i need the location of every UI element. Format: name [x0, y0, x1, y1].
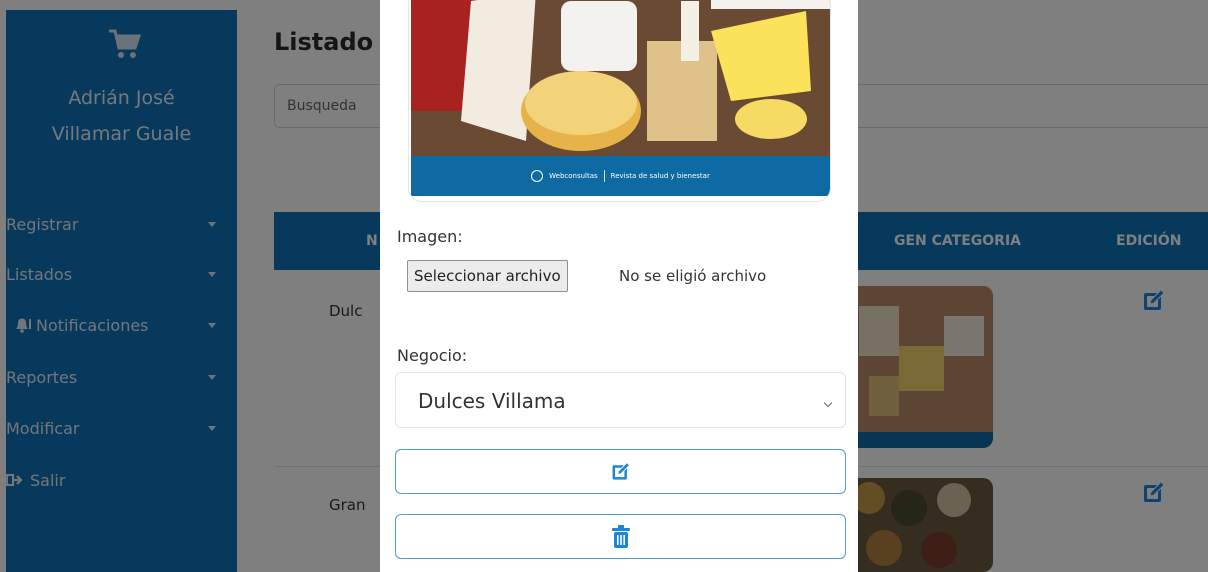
- banner-brand: Webconsultas: [549, 172, 598, 180]
- banner-divider: [603, 170, 605, 182]
- delete-button[interactable]: [395, 514, 846, 559]
- negocio-selected-value: Dulces Villama: [418, 389, 566, 413]
- file-status-text: No se eligió archivo: [619, 267, 767, 285]
- banner-tagline: Revista de salud y bienestar: [610, 172, 710, 180]
- image-preview-card: Webconsultas Revista de salud y bienesta…: [408, 0, 831, 202]
- edit-icon: [612, 461, 630, 480]
- brand-logo-icon: [531, 170, 544, 182]
- image-preview-banner: Webconsultas Revista de salud y bienesta…: [411, 156, 830, 196]
- chevron-down-icon: [823, 398, 833, 408]
- image-preview: [411, 0, 830, 156]
- negocio-select[interactable]: Dulces Villama: [395, 372, 846, 428]
- trash-icon: [611, 524, 630, 548]
- negocio-label: Negocio:: [397, 346, 468, 365]
- imagen-label: Imagen:: [397, 227, 463, 246]
- edit-category-modal: Webconsultas Revista de salud y bienesta…: [380, 0, 858, 572]
- save-edit-button[interactable]: [395, 449, 846, 494]
- choose-file-button[interactable]: Seleccionar archivo: [407, 260, 568, 292]
- image-file-input[interactable]: Seleccionar archivo No se eligió archivo: [404, 253, 845, 297]
